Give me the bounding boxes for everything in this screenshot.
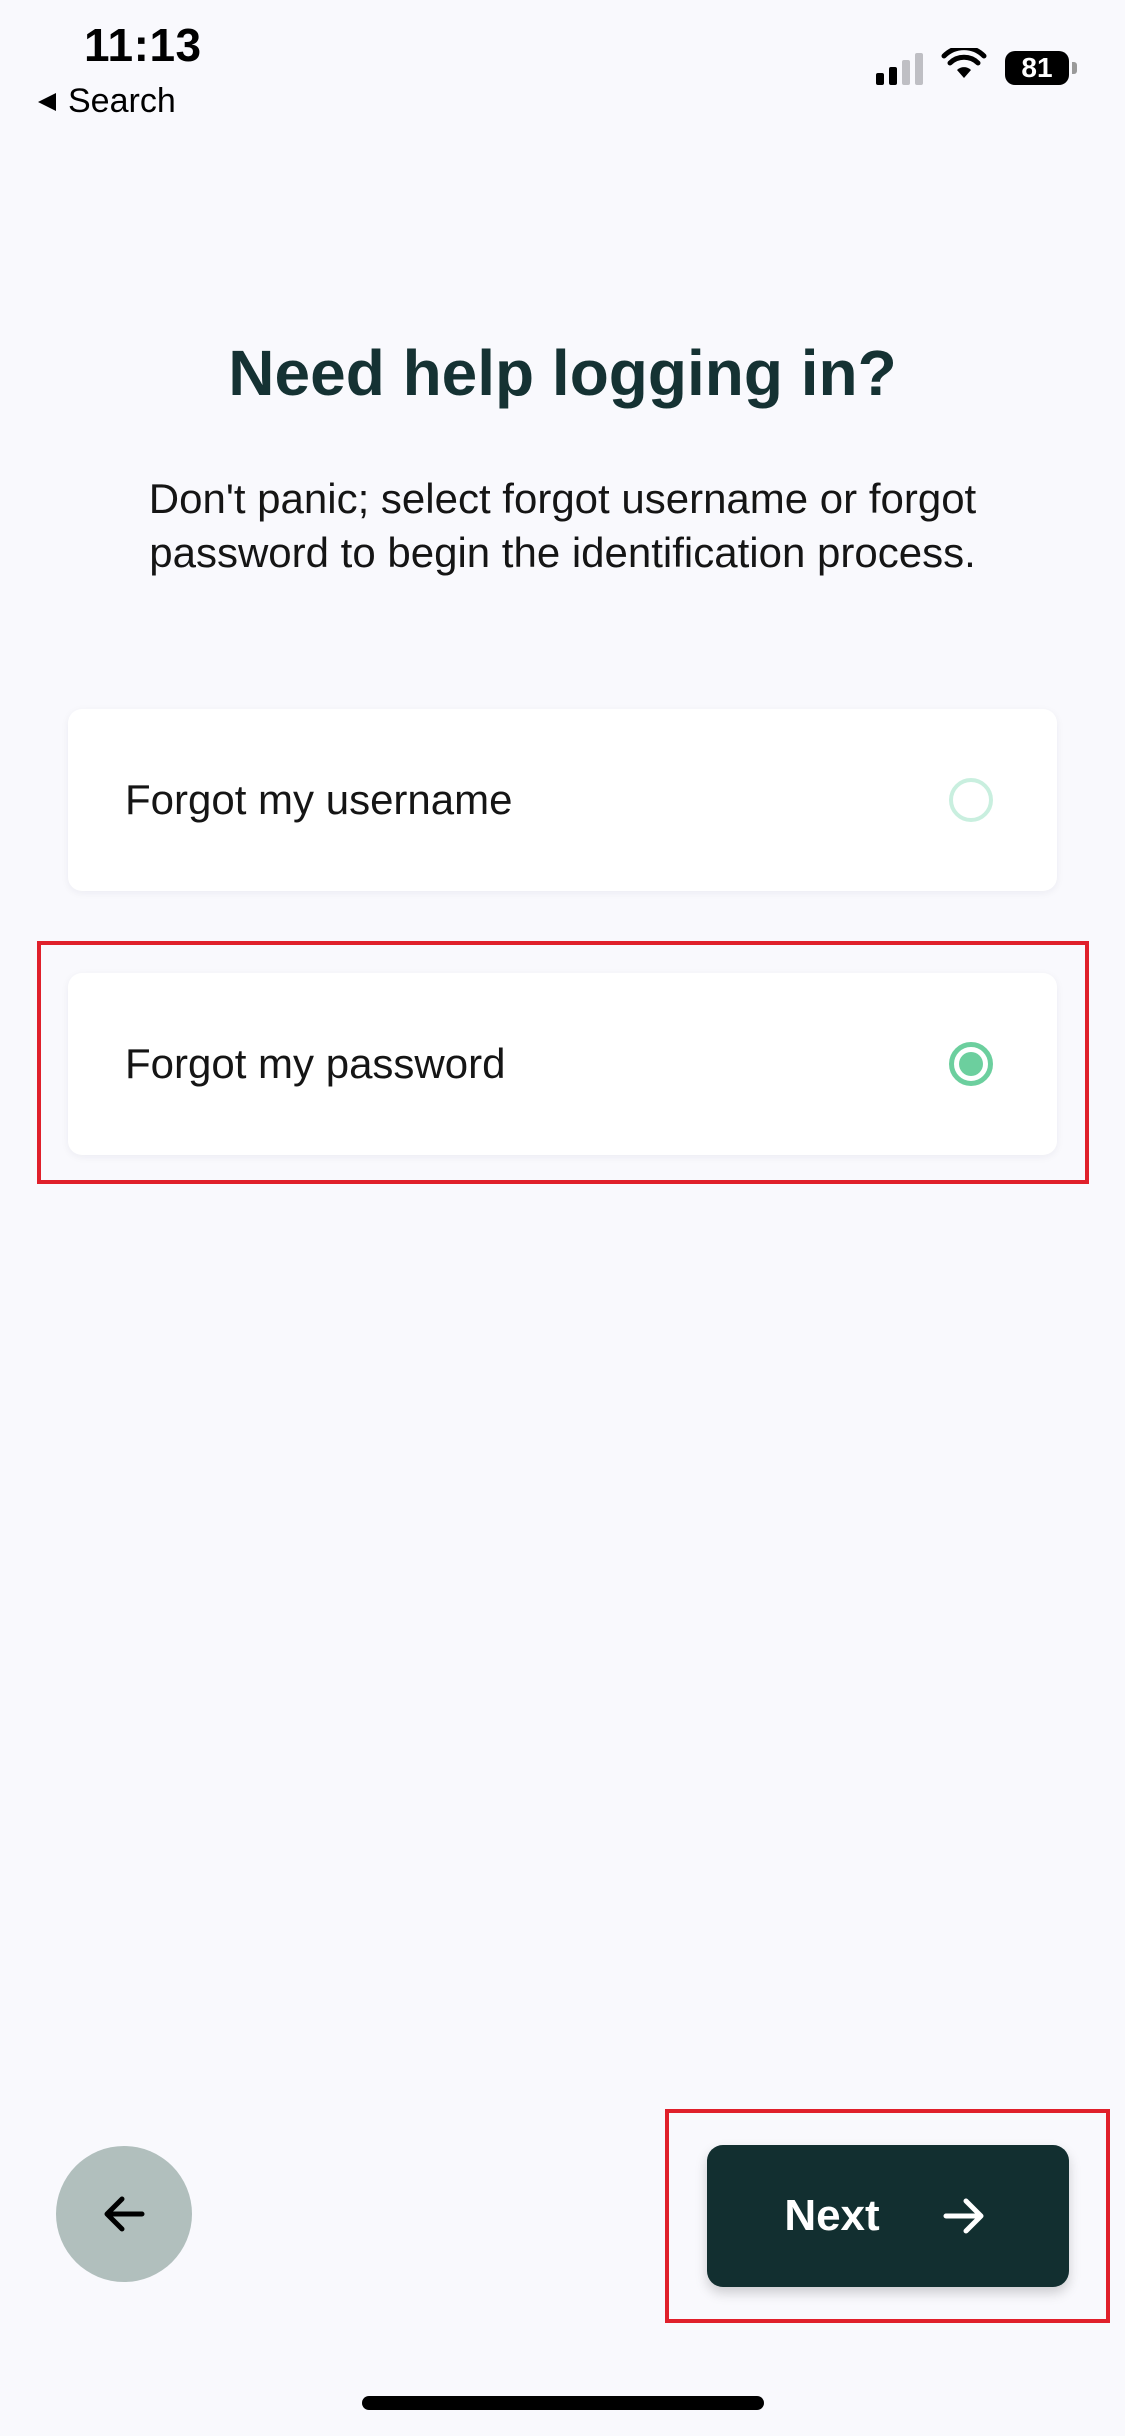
battery-level: 81 [1005, 50, 1069, 85]
page-title: Need help logging in? [228, 337, 897, 409]
option-label: Forgot my password [125, 1040, 506, 1087]
radio-selected-icon[interactable] [949, 1042, 993, 1086]
option-forgot-password[interactable]: Forgot my password [68, 973, 1057, 1155]
option-label: Forgot my username [125, 776, 513, 823]
status-indicators: 81 [876, 45, 1077, 87]
battery-icon: 81 [1005, 50, 1077, 85]
back-to-search-link[interactable]: Search [36, 82, 176, 121]
next-button-label: Next [784, 2191, 880, 2240]
back-triangle-icon [38, 92, 56, 111]
wifi-icon [941, 45, 987, 87]
radio-unselected-icon[interactable] [949, 778, 993, 822]
arrow-left-icon [104, 2196, 145, 2232]
home-indicator [362, 2396, 764, 2410]
back-button[interactable] [56, 2146, 192, 2282]
arrow-right-icon [943, 2198, 984, 2234]
back-to-search-label: Search [68, 82, 176, 120]
page-description: Don't panic; select forgot username or f… [148, 475, 977, 576]
next-button[interactable]: Next [707, 2145, 1069, 2287]
status-time: 11:13 [84, 19, 202, 71]
option-forgot-username[interactable]: Forgot my username [68, 709, 1057, 891]
cellular-signal-icon [876, 51, 923, 85]
